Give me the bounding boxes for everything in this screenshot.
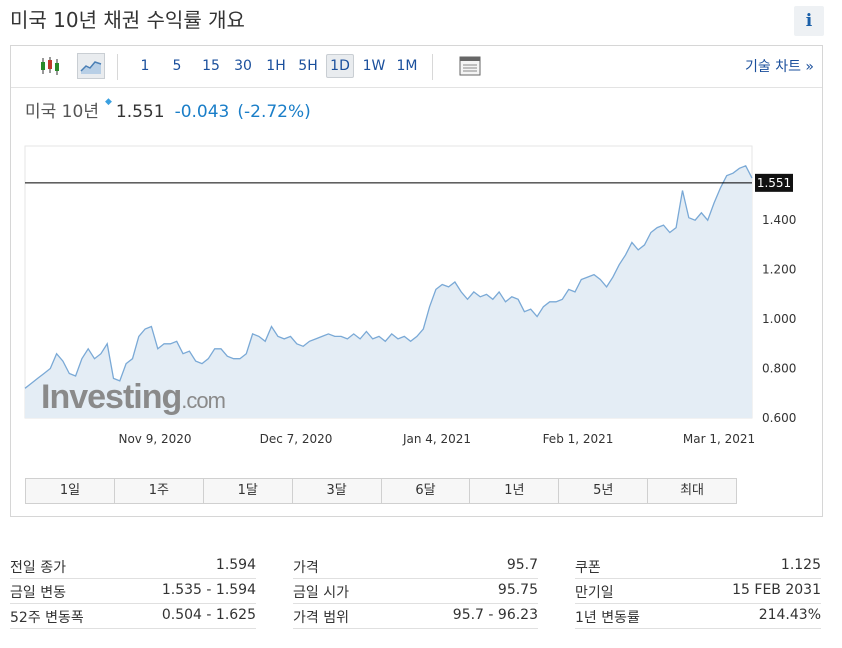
stat-row: 가격 95.7 (293, 555, 538, 579)
range-max-button[interactable]: 최대 (648, 479, 736, 503)
stat-value: 0.504 - 1.625 (161, 607, 256, 623)
stat-label: 금일 시가 (293, 585, 349, 601)
stat-label: 쿠폰 (575, 560, 601, 576)
stat-label: 52주 변동폭 (10, 610, 84, 626)
x-tick-label: Feb 1, 2021 (543, 432, 614, 446)
current-price-label: 1.551 (757, 176, 791, 190)
stat-label: 가격 범위 (293, 610, 349, 626)
stat-label: 전일 종가 (10, 560, 66, 576)
yield-area-chart[interactable]: 1.551 1.400 1.200 1.000 0.800 0.600 Nov 9, 202… (11, 46, 822, 466)
x-tick-label: Jan 4, 2021 (402, 432, 471, 446)
stat-value: 15 FEB 2031 (732, 582, 821, 598)
stat-label: 금일 변동 (10, 585, 66, 601)
stat-row: 전일 종가 1.594 (10, 555, 256, 579)
range-1y-button[interactable]: 1년 (470, 479, 560, 503)
stat-row: 만기일 15 FEB 2031 (575, 580, 821, 604)
stat-value: 1.125 (780, 557, 821, 573)
stat-value: 95.7 - 96.23 (452, 607, 538, 623)
stat-row: 금일 변동 1.535 - 1.594 (10, 580, 256, 604)
time-range-selector: 1일 1주 1달 3달 6달 1년 5년 최대 (25, 478, 737, 504)
info-icon[interactable]: i (794, 6, 824, 36)
range-6mo-button[interactable]: 6달 (382, 479, 471, 503)
y-tick-label: 0.800 (762, 362, 796, 376)
stats-column-3: 쿠폰 1.125 만기일 15 FEB 2031 1년 변동률 214.43% (575, 555, 821, 630)
stats-column-1: 전일 종가 1.594 금일 변동 1.535 - 1.594 52주 변동폭 0.5… (10, 555, 256, 630)
y-tick-label: 1.000 (762, 312, 796, 326)
range-5y-button[interactable]: 5년 (559, 479, 649, 503)
x-tick-label: Dec 7, 2020 (260, 432, 333, 446)
y-tick-label: 0.600 (762, 411, 796, 425)
range-1d-button[interactable]: 1일 (26, 479, 115, 503)
stat-row: 1년 변동률 214.43% (575, 605, 821, 629)
stat-value: 95.7 (506, 557, 538, 573)
page-title: 미국 10년 채권 수익률 개요 (10, 8, 245, 32)
stat-row: 쿠폰 1.125 (575, 555, 821, 579)
stat-value: 1.535 - 1.594 (161, 582, 256, 598)
stat-row: 가격 범위 95.7 - 96.23 (293, 605, 538, 629)
stat-value: 1.594 (215, 557, 256, 573)
x-tick-label: Mar 1, 2021 (683, 432, 755, 446)
range-1mo-button[interactable]: 1달 (204, 479, 293, 503)
stat-row: 52주 변동폭 0.504 - 1.625 (10, 605, 256, 629)
y-tick-label: 1.400 (762, 213, 796, 227)
stat-label: 1년 변동률 (575, 610, 640, 626)
chart-panel: 1 5 15 30 1H 5H 1D 1W 1M 기술 차트 » 미국 10년 ◆… (10, 45, 823, 517)
range-3mo-button[interactable]: 3달 (293, 479, 382, 503)
y-tick-label: 1.200 (762, 263, 796, 277)
x-tick-label: Nov 9, 2020 (118, 432, 191, 446)
stat-label: 가격 (293, 560, 319, 576)
stat-value: 95.75 (497, 582, 538, 598)
range-1w-button[interactable]: 1주 (115, 479, 204, 503)
stat-value: 214.43% (758, 607, 821, 623)
stat-row: 금일 시가 95.75 (293, 580, 538, 604)
stats-column-2: 가격 95.7 금일 시가 95.75 가격 범위 95.7 - 96.23 (293, 555, 538, 630)
stat-label: 만기일 (575, 585, 614, 601)
